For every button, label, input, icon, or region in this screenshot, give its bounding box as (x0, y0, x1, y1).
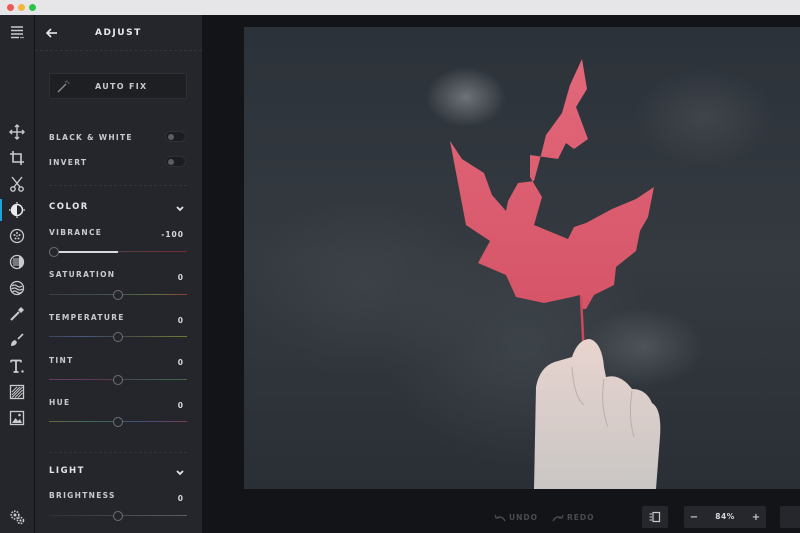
editor-canvas: UNDO REDO − 84% + (202, 15, 800, 533)
window-titlebar (0, 0, 800, 15)
text-icon (10, 359, 24, 373)
brightness-label: BRIGHTNESS (49, 491, 116, 500)
wand-brush-icon (10, 307, 24, 321)
invert-toggle[interactable] (165, 156, 186, 167)
photo-content (450, 59, 661, 489)
effects-circle-icon (9, 254, 25, 270)
texture-hatch-icon (9, 384, 25, 400)
hand (534, 339, 661, 489)
vibrance-slider[interactable] (49, 247, 187, 257)
chevron-down-icon[interactable] (175, 469, 185, 477)
redo-arrow-icon (552, 514, 564, 521)
back-arrow-icon[interactable] (45, 26, 59, 40)
saturation-thumb[interactable] (113, 290, 123, 300)
maximize-window-button[interactable] (29, 4, 36, 11)
tool-retouch[interactable] (0, 302, 34, 326)
more-button[interactable] (780, 506, 800, 528)
menu-button[interactable] (0, 20, 34, 44)
zoom-out-button[interactable]: − (684, 506, 704, 528)
maple-leaf (450, 59, 654, 309)
settings-button[interactable] (0, 505, 34, 529)
zoom-control: − 84% + (684, 506, 766, 528)
panel-title: ADJUST (95, 28, 142, 38)
section-divider (49, 185, 187, 186)
hue-thumb[interactable] (113, 417, 123, 427)
brightness-value: 0 (177, 494, 184, 503)
minimize-window-button[interactable] (18, 4, 25, 11)
waves-icon (9, 280, 25, 296)
paintbrush-icon (11, 333, 24, 346)
tool-filters[interactable] (0, 224, 34, 248)
tool-waves[interactable] (0, 276, 34, 300)
crop-icon (10, 151, 24, 165)
filter-dots-icon (9, 228, 25, 244)
temperature-thumb[interactable] (113, 332, 123, 342)
tool-move[interactable] (0, 120, 34, 144)
vibrance-value: -100 (161, 230, 184, 239)
tool-text[interactable] (0, 354, 34, 378)
zoom-level: 84% (715, 512, 735, 521)
tool-image[interactable] (0, 406, 34, 430)
image-icon (9, 410, 25, 426)
saturation-label: SATURATION (49, 270, 116, 279)
hue-value: 0 (177, 401, 184, 410)
tint-label: TINT (49, 356, 74, 365)
settings-gears-icon (10, 510, 25, 525)
auto-fix-label: AUTO FIX (95, 82, 148, 91)
scissors-icon (10, 176, 24, 192)
tint-value: 0 (177, 358, 184, 367)
undo-label: UNDO (509, 513, 538, 522)
tool-draw[interactable] (0, 328, 34, 352)
vibrance-label: VIBRANCE (49, 228, 103, 237)
tool-adjust[interactable] (0, 198, 34, 222)
tool-crop[interactable] (0, 146, 34, 170)
black-white-toggle[interactable] (165, 131, 186, 142)
auto-fix-button[interactable]: AUTO FIX (49, 73, 187, 99)
tint-thumb[interactable] (113, 375, 123, 385)
chevron-down-icon[interactable] (175, 205, 185, 213)
light-section-title[interactable]: LIGHT (49, 466, 85, 476)
color-section-title[interactable]: COLOR (49, 202, 89, 212)
invert-label: INVERT (49, 158, 88, 167)
saturation-value: 0 (177, 273, 184, 282)
adjust-panel: ADJUST AUTO FIX BLACK & WHITE INVERT COL… (35, 15, 202, 533)
zoom-in-button[interactable]: + (746, 506, 766, 528)
saturation-slider[interactable] (49, 290, 187, 300)
close-window-button[interactable] (7, 4, 14, 11)
brightness-thumb[interactable] (113, 511, 123, 521)
panel-header: ADJUST (35, 15, 202, 51)
black-white-label: BLACK & WHITE (49, 133, 133, 142)
magic-wand-icon (57, 80, 70, 93)
tool-effects[interactable] (0, 250, 34, 274)
compare-button[interactable] (642, 506, 668, 528)
temperature-value: 0 (177, 316, 184, 325)
brightness-slider[interactable] (49, 511, 187, 521)
hamburger-menu-icon (11, 26, 24, 39)
vibrance-fill (54, 251, 118, 253)
tool-rail (0, 15, 35, 533)
redo-label: REDO (567, 513, 595, 522)
adjust-contrast-icon (9, 202, 25, 218)
tool-cut[interactable] (0, 172, 34, 196)
redo-button[interactable]: REDO (552, 513, 595, 522)
tint-slider[interactable] (49, 375, 187, 385)
undo-button[interactable]: UNDO (494, 513, 538, 522)
bottom-toolbar: UNDO REDO − 84% + (202, 493, 800, 533)
tool-texture[interactable] (0, 380, 34, 404)
compare-split-icon (649, 511, 661, 523)
vibrance-thumb[interactable] (49, 247, 59, 257)
temperature-label: TEMPERATURE (49, 313, 125, 322)
photo-maple-leaf-in-hand[interactable] (244, 27, 800, 489)
hue-label: HUE (49, 398, 71, 407)
section-divider (49, 452, 187, 453)
hue-slider[interactable] (49, 417, 187, 427)
undo-arrow-icon (494, 514, 506, 521)
move-arrows-icon (9, 124, 25, 140)
temperature-slider[interactable] (49, 332, 187, 342)
